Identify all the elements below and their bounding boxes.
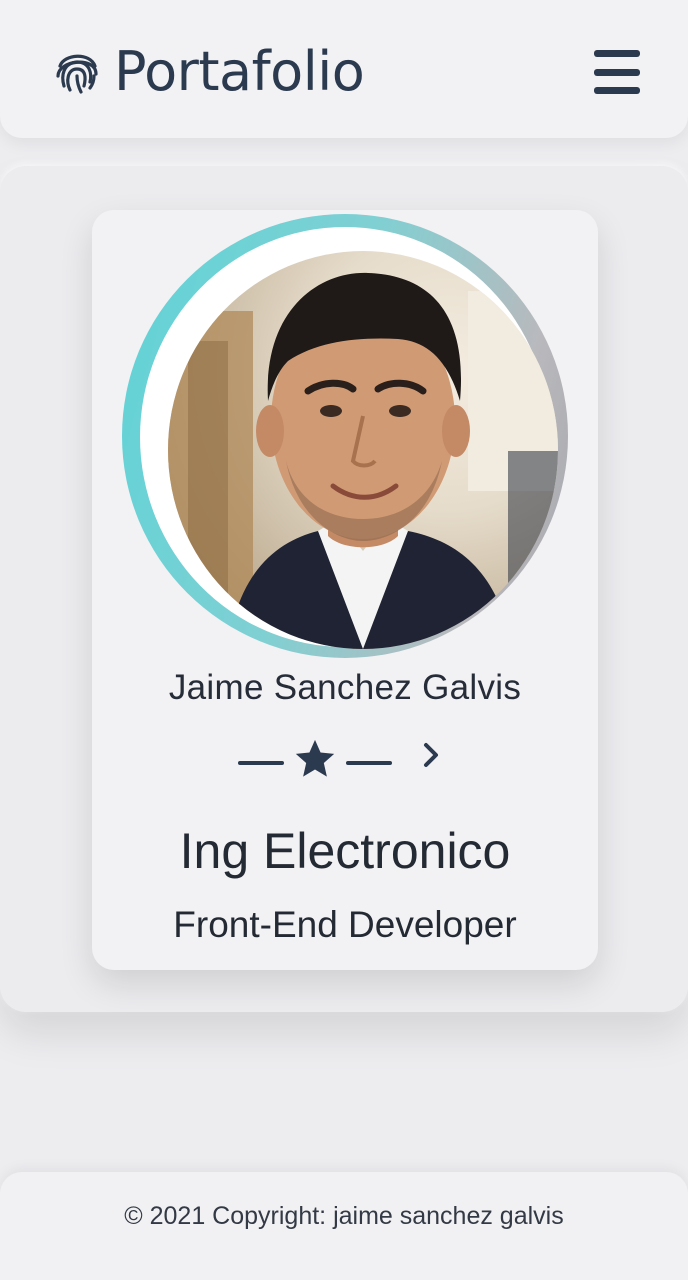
profile-name: Jaime Sanchez Galvis — [168, 668, 522, 707]
divider — [238, 734, 458, 784]
star-icon — [295, 739, 335, 777]
divider-line — [238, 761, 284, 765]
chevron-right-icon[interactable] — [416, 740, 446, 770]
brand-link[interactable]: Portafolio — [52, 36, 365, 106]
menu-bar — [594, 68, 640, 76]
hamburger-menu-icon[interactable] — [594, 50, 642, 94]
brand-title: Portafolio — [114, 39, 365, 103]
footer: © 2021 Copyright: jaime sanchez galvis — [0, 1172, 688, 1280]
profile-card: Jaime Sanchez Galvis Ing Electronico Fro… — [92, 210, 598, 970]
profile-subtitle: Front-End Developer — [173, 904, 517, 945]
profile-title: Ing Electronico — [179, 823, 511, 879]
avatar-ring — [122, 214, 568, 658]
menu-bar — [594, 50, 640, 57]
navbar: Portafolio — [0, 0, 688, 138]
avatar — [168, 251, 558, 649]
avatar-frame — [140, 227, 558, 649]
divider-line — [346, 761, 392, 765]
hero-section: Jaime Sanchez Galvis Ing Electronico Fro… — [0, 166, 688, 1012]
menu-bar — [594, 87, 640, 94]
fingerprint-icon — [56, 54, 98, 94]
copyright-text: © 2021 Copyright: jaime sanchez galvis — [124, 1202, 564, 1230]
